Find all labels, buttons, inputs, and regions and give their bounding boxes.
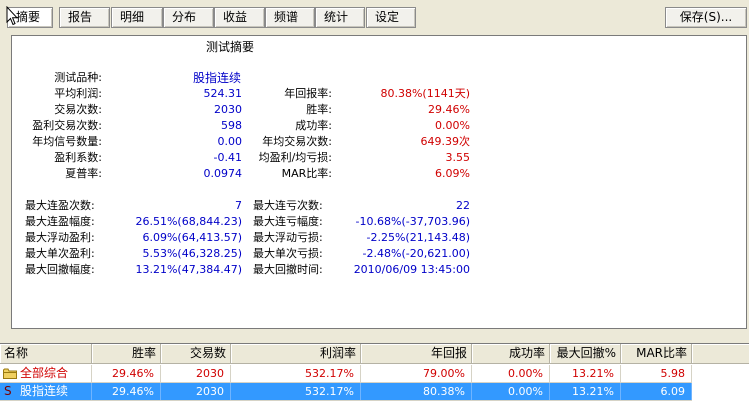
col-header-profit-rate[interactable]: 利润率: [231, 344, 361, 364]
annual-signals-value: 0.00: [217, 135, 243, 148]
results-grid: 名称 胜率 交易数 利润率 年回报 成功率 最大回撤% MAR比率 全部综合 2…: [0, 343, 749, 414]
col-header-annual-return[interactable]: 年回报: [361, 344, 472, 364]
success-rate-label: 成功率:: [295, 119, 332, 132]
col-header-trades[interactable]: 交易数: [161, 344, 231, 364]
trade-count-label: 交易次数:: [54, 103, 102, 116]
annual-signals-label: 年均信号数量:: [32, 135, 102, 148]
max-consec-win-range-label: 最大连盈幅度:: [25, 215, 95, 228]
max-single-profit-value: 5.53%(46,328.25): [142, 247, 242, 260]
row-success-rate-cell: 0.00%: [472, 383, 550, 400]
max-drawdown-time-value: 2010/06/09 13:45:00: [353, 263, 470, 276]
table-row[interactable]: 全部综合 29.46% 2030 532.17% 79.00% 0.00% 13…: [0, 365, 692, 382]
mar-ratio-value: 6.09%: [435, 167, 470, 180]
row-annual-return-cell: 80.38%: [361, 383, 472, 400]
max-drawdown-label: 最大回撤幅度:: [25, 263, 95, 276]
tab-spectrum[interactable]: 频谱: [265, 7, 315, 28]
max-float-profit-label: 最大浮动盈利:: [25, 231, 95, 244]
row-win-rate-cell: 29.46%: [92, 365, 161, 382]
win-rate-value: 29.46%: [428, 103, 470, 116]
summary-panel: 测试摘要 测试品种: 股指连续 平均利润: 524.31 年回报率: 80.38…: [11, 35, 747, 329]
max-float-loss-label: 最大浮动亏损:: [253, 231, 323, 244]
winning-trades-value: 598: [221, 119, 242, 132]
annual-trades-value: 649.39次: [420, 135, 471, 148]
avg-win-loss-value: 3.55: [445, 151, 471, 164]
tab-statistics[interactable]: 统计: [315, 7, 365, 28]
max-single-profit-label: 最大单次盈利:: [25, 247, 95, 260]
folder-icon: [3, 368, 17, 379]
annual-trades-label: 年均交易次数:: [262, 135, 332, 148]
save-button[interactable]: 保存(S)...: [665, 7, 747, 28]
sharpe-label: 夏普率:: [65, 167, 102, 180]
max-consec-wins-value: 7: [235, 199, 242, 212]
annual-return-label: 年回报率:: [284, 87, 332, 100]
grid-divider: [0, 400, 692, 401]
max-consec-loss-range-label: 最大连亏幅度:: [253, 215, 323, 228]
profit-factor-value: -0.41: [213, 151, 242, 164]
mar-ratio-label: MAR比率:: [281, 167, 332, 180]
max-consec-losses-value: 22: [456, 199, 470, 212]
table-row[interactable]: S 股指连续 29.46% 2030 532.17% 80.38% 0.00% …: [0, 383, 692, 400]
avg-profit-label: 平均利润:: [54, 87, 102, 100]
row-annual-return-cell: 79.00%: [361, 365, 472, 382]
max-float-loss-value: -2.25%(21,143.48): [366, 231, 470, 244]
row-max-drawdown-cell: 13.21%: [550, 383, 621, 400]
col-header-success-rate[interactable]: 成功率: [472, 344, 550, 364]
winning-trades-label: 盈利交易次数:: [32, 119, 102, 132]
tab-distribution[interactable]: 分布: [163, 7, 214, 28]
tab-report[interactable]: 报告: [59, 7, 110, 28]
max-consec-loss-range-value: -10.68%(-37,703.96): [355, 215, 470, 228]
max-float-profit-value: 6.09%(64,413.57): [142, 231, 242, 244]
col-header-name[interactable]: 名称: [0, 344, 92, 364]
tab-detail[interactable]: 明细: [111, 7, 163, 28]
col-header-win-rate[interactable]: 胜率: [92, 344, 161, 364]
tab-settings[interactable]: 设定: [366, 7, 416, 28]
row-profit-rate-cell: 532.17%: [231, 365, 361, 382]
grid-divider: [0, 382, 692, 383]
tab-toolbar: 摘要 报告 明细 分布 收益 频谱 统计 设定 保存(S)...: [0, 0, 749, 32]
row-win-rate-cell: 29.46%: [92, 383, 161, 400]
product-label: 测试品种:: [54, 71, 102, 84]
max-consec-losses-label: 最大连亏次数:: [253, 199, 323, 212]
max-single-loss-label: 最大单次亏损:: [253, 247, 323, 260]
max-consec-win-range-value: 26.51%(68,844.23): [135, 215, 242, 228]
row-trades-cell: 2030: [161, 365, 231, 382]
row-name-cell: 全部综合: [0, 365, 92, 382]
row-success-rate-cell: 0.00%: [472, 365, 550, 382]
row-mar-ratio-cell: 6.09: [621, 383, 692, 400]
avg-profit-value: 524.31: [203, 87, 243, 100]
product-value: 股指连续: [193, 71, 242, 85]
row-name-label: 股指连续: [20, 384, 69, 398]
row-name-cell: S 股指连续: [0, 383, 92, 400]
row-name-label: 全部综合: [20, 366, 69, 380]
max-drawdown-value: 13.21%(47,384.47): [135, 263, 242, 276]
row-profit-rate-cell: 532.17%: [231, 383, 361, 400]
col-header-mar-ratio[interactable]: MAR比率: [621, 344, 692, 364]
row-max-drawdown-cell: 13.21%: [550, 365, 621, 382]
max-drawdown-time-label: 最大回撤时间:: [253, 263, 323, 276]
win-rate-label: 胜率:: [306, 103, 332, 116]
summary-title: 测试摘要: [206, 40, 255, 54]
sharpe-value: 0.0974: [203, 167, 243, 180]
trade-count-value: 2030: [214, 103, 242, 116]
strategy-s-icon: S: [4, 384, 12, 398]
mouse-cursor-icon: [6, 6, 18, 26]
col-header-max-drawdown[interactable]: 最大回撤%: [550, 344, 621, 364]
profit-factor-label: 盈利系数:: [54, 151, 102, 164]
success-rate-value: 0.00%: [435, 119, 470, 132]
max-single-loss-value: -2.48%(-20,621.00): [362, 247, 470, 260]
avg-win-loss-label: 均盈利/均亏损:: [258, 151, 332, 164]
max-consec-wins-label: 最大连盈次数:: [25, 199, 95, 212]
tab-profit[interactable]: 收益: [214, 7, 265, 28]
col-header-filler: [692, 344, 749, 364]
row-mar-ratio-cell: 5.98: [621, 365, 692, 382]
row-trades-cell: 2030: [161, 383, 231, 400]
annual-return-value: 80.38%(1141天): [380, 87, 470, 100]
